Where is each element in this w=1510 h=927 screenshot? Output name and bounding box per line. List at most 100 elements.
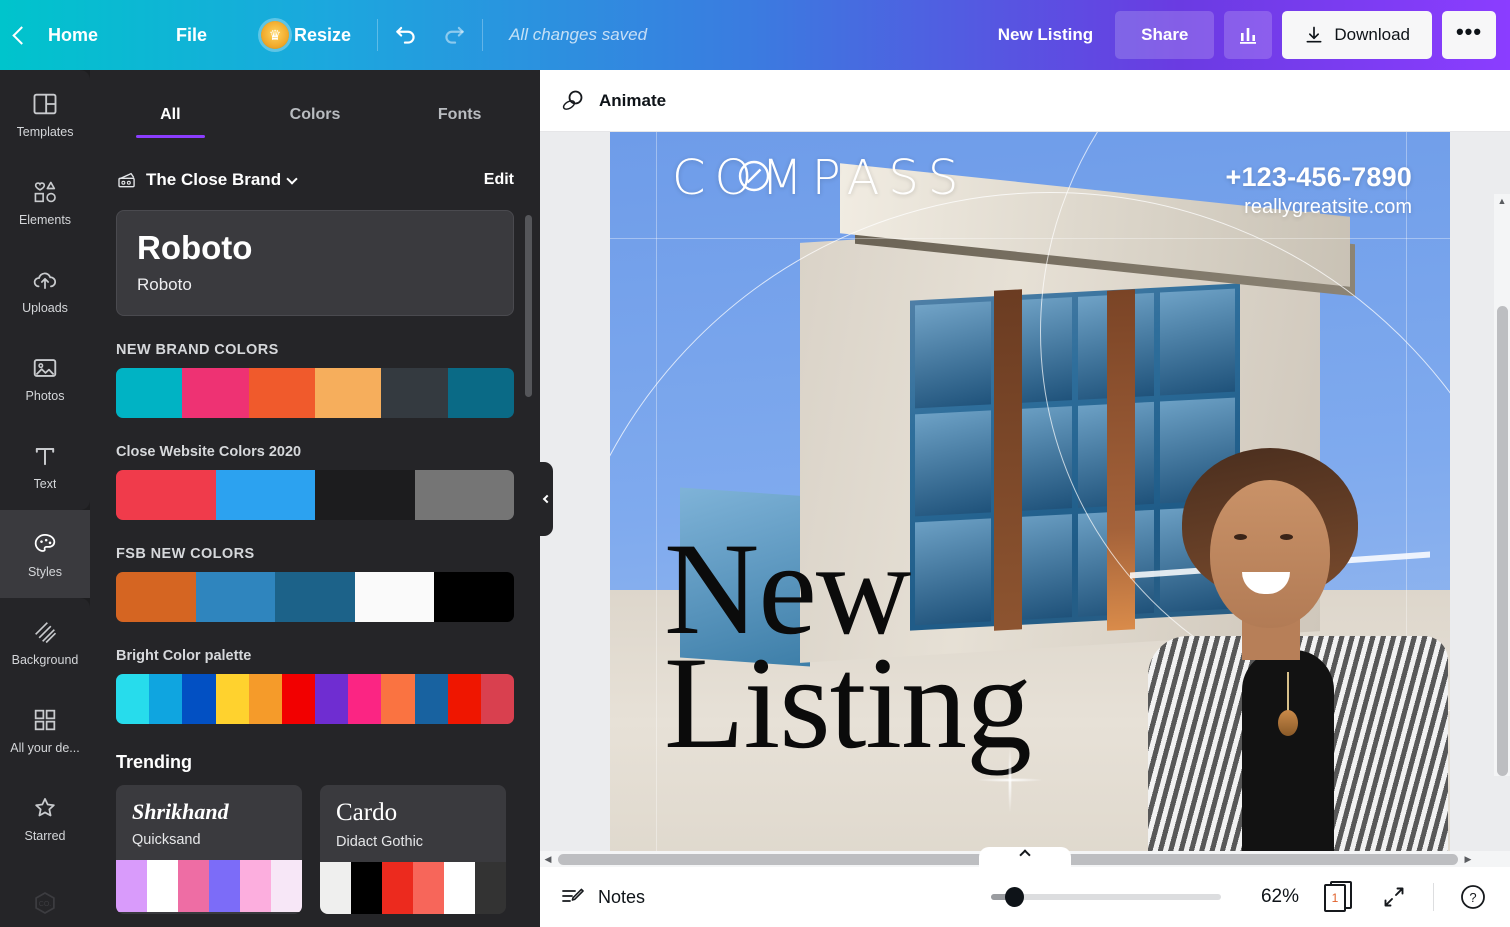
swatch[interactable]	[275, 571, 355, 622]
caret-left-icon[interactable]: ◀	[540, 854, 556, 865]
insights-button[interactable]	[1224, 11, 1273, 59]
tab-colors[interactable]: Colors	[243, 106, 388, 138]
rail-group-secondary: Background All your de... Starred CO.	[0, 598, 90, 927]
redo-button[interactable]	[430, 11, 478, 59]
left-rail: Templates Elements Uploads Photos Text S…	[0, 70, 90, 927]
swatch[interactable]	[209, 859, 240, 912]
swatch[interactable]	[281, 673, 316, 724]
swatch[interactable]	[381, 367, 448, 418]
design-logo[interactable]: COMPASS	[672, 150, 967, 206]
sidebar-item-background[interactable]: Background	[0, 598, 90, 686]
design-contact-block[interactable]: +123-456-7890 reallygreatsite.com	[1225, 162, 1412, 219]
palette-swatches-0[interactable]	[116, 367, 514, 418]
home-button[interactable]: Home	[42, 0, 138, 70]
swatch[interactable]	[320, 861, 351, 914]
swatch[interactable]	[116, 859, 147, 912]
sidebar-item-all-your-designs[interactable]: All your de...	[0, 686, 90, 774]
more-options-button[interactable]: •••	[1442, 11, 1496, 59]
swatch[interactable]	[447, 673, 481, 724]
swatch[interactable]	[182, 673, 216, 724]
zoom-slider-handle[interactable]	[1005, 887, 1024, 907]
chevron-down-icon[interactable]	[286, 172, 298, 185]
resize-button[interactable]: ♛ Resize	[245, 0, 373, 70]
swatch[interactable]	[116, 673, 150, 724]
design-headline[interactable]: New Listing	[664, 523, 1032, 768]
sidebar-item-photos[interactable]: Photos	[0, 334, 90, 422]
swatch[interactable]	[413, 861, 444, 914]
tab-fonts[interactable]: Fonts	[387, 106, 532, 138]
sidebar-item-starred[interactable]: Starred	[0, 774, 90, 862]
sidebar-item-styles[interactable]: Styles	[0, 510, 90, 598]
swatch[interactable]	[315, 673, 349, 724]
design-canvas[interactable]: COMPASS +123-456-7890 reallygreatsite.co…	[610, 132, 1450, 852]
sidebar-item-brand-hub[interactable]: CO.	[0, 862, 90, 927]
collapse-panel-handle[interactable]	[537, 462, 553, 536]
swatch[interactable]	[215, 469, 315, 520]
swatch[interactable]	[248, 367, 315, 418]
share-button[interactable]: Share	[1115, 11, 1215, 59]
canvas-vertical-scrollbar[interactable]: ▲ ▼	[1494, 194, 1510, 776]
swatch[interactable]	[315, 469, 415, 520]
zoom-slider[interactable]	[991, 887, 1221, 907]
swatch[interactable]	[215, 673, 249, 724]
swatch[interactable]	[314, 367, 382, 418]
swatch[interactable]	[434, 571, 514, 622]
swatch[interactable]	[182, 367, 249, 418]
swatch[interactable]	[381, 673, 415, 724]
swatch[interactable]	[354, 571, 435, 622]
fullscreen-button[interactable]	[1377, 880, 1411, 914]
swatch[interactable]	[178, 859, 209, 912]
swatch[interactable]	[480, 673, 514, 724]
tab-all[interactable]: All	[98, 106, 243, 138]
swatch[interactable]	[271, 859, 302, 912]
download-label: Download	[1334, 25, 1410, 44]
trending-card-0[interactable]: Shrikhand Quicksand	[116, 784, 302, 914]
upload-cloud-icon	[33, 272, 57, 289]
vertical-scroll-thumb[interactable]	[1496, 306, 1508, 776]
swatch[interactable]	[414, 469, 514, 520]
swatch[interactable]	[116, 571, 196, 622]
swatch[interactable]	[147, 859, 178, 912]
caret-up-icon[interactable]: ▲	[1498, 196, 1507, 206]
brand-name[interactable]: The Close Brand	[146, 170, 281, 190]
trending-card-1[interactable]: Cardo Didact Gothic	[320, 784, 506, 914]
swatch[interactable]	[240, 859, 271, 912]
palette-swatches-3[interactable]	[116, 673, 514, 724]
swatch[interactable]	[444, 861, 475, 914]
swatch[interactable]	[348, 673, 382, 724]
document-title[interactable]: New Listing	[998, 25, 1093, 45]
swatch[interactable]	[447, 367, 514, 418]
swatch[interactable]	[475, 861, 506, 914]
swatch[interactable]	[116, 367, 183, 418]
caret-right-icon[interactable]: ▶	[1460, 854, 1476, 865]
palette-swatches-1[interactable]	[116, 469, 514, 520]
swatch[interactable]	[351, 861, 382, 914]
swatch[interactable]	[414, 673, 448, 724]
swatch[interactable]	[382, 861, 413, 914]
design-person-photo[interactable]	[1130, 440, 1450, 852]
canva-editor-window: Home File ♛ Resize All changes saved New…	[0, 0, 1510, 927]
sidebar-item-uploads[interactable]: Uploads	[0, 246, 90, 334]
swatch[interactable]	[116, 469, 216, 520]
trending-card-swatches	[116, 859, 302, 912]
trending-font-primary: Shrikhand	[132, 798, 229, 824]
help-button[interactable]: ?	[1456, 880, 1490, 914]
download-button[interactable]: Download	[1282, 11, 1432, 59]
swatch[interactable]	[195, 571, 276, 622]
animate-label[interactable]: Animate	[599, 91, 666, 111]
sidebar-item-templates[interactable]: Templates	[0, 70, 90, 158]
design-stage[interactable]: COMPASS +123-456-7890 reallygreatsite.co…	[540, 132, 1510, 852]
file-menu-button[interactable]: File	[138, 0, 245, 70]
swatch[interactable]	[248, 673, 282, 724]
edit-brand-link[interactable]: Edit	[484, 171, 514, 189]
undo-button[interactable]	[382, 11, 430, 59]
pages-button[interactable]: 1	[1321, 880, 1355, 914]
back-button[interactable]	[0, 0, 42, 70]
palette-swatches-2[interactable]	[116, 571, 514, 622]
sidebar-item-text[interactable]: Text	[0, 422, 90, 510]
sidebar-item-elements[interactable]: Elements	[0, 158, 90, 246]
panel-scrollbar-thumb[interactable]	[525, 215, 532, 397]
notes-button[interactable]: Notes	[560, 884, 645, 910]
brand-font-card[interactable]: Roboto Roboto	[116, 210, 514, 316]
swatch[interactable]	[149, 673, 183, 724]
